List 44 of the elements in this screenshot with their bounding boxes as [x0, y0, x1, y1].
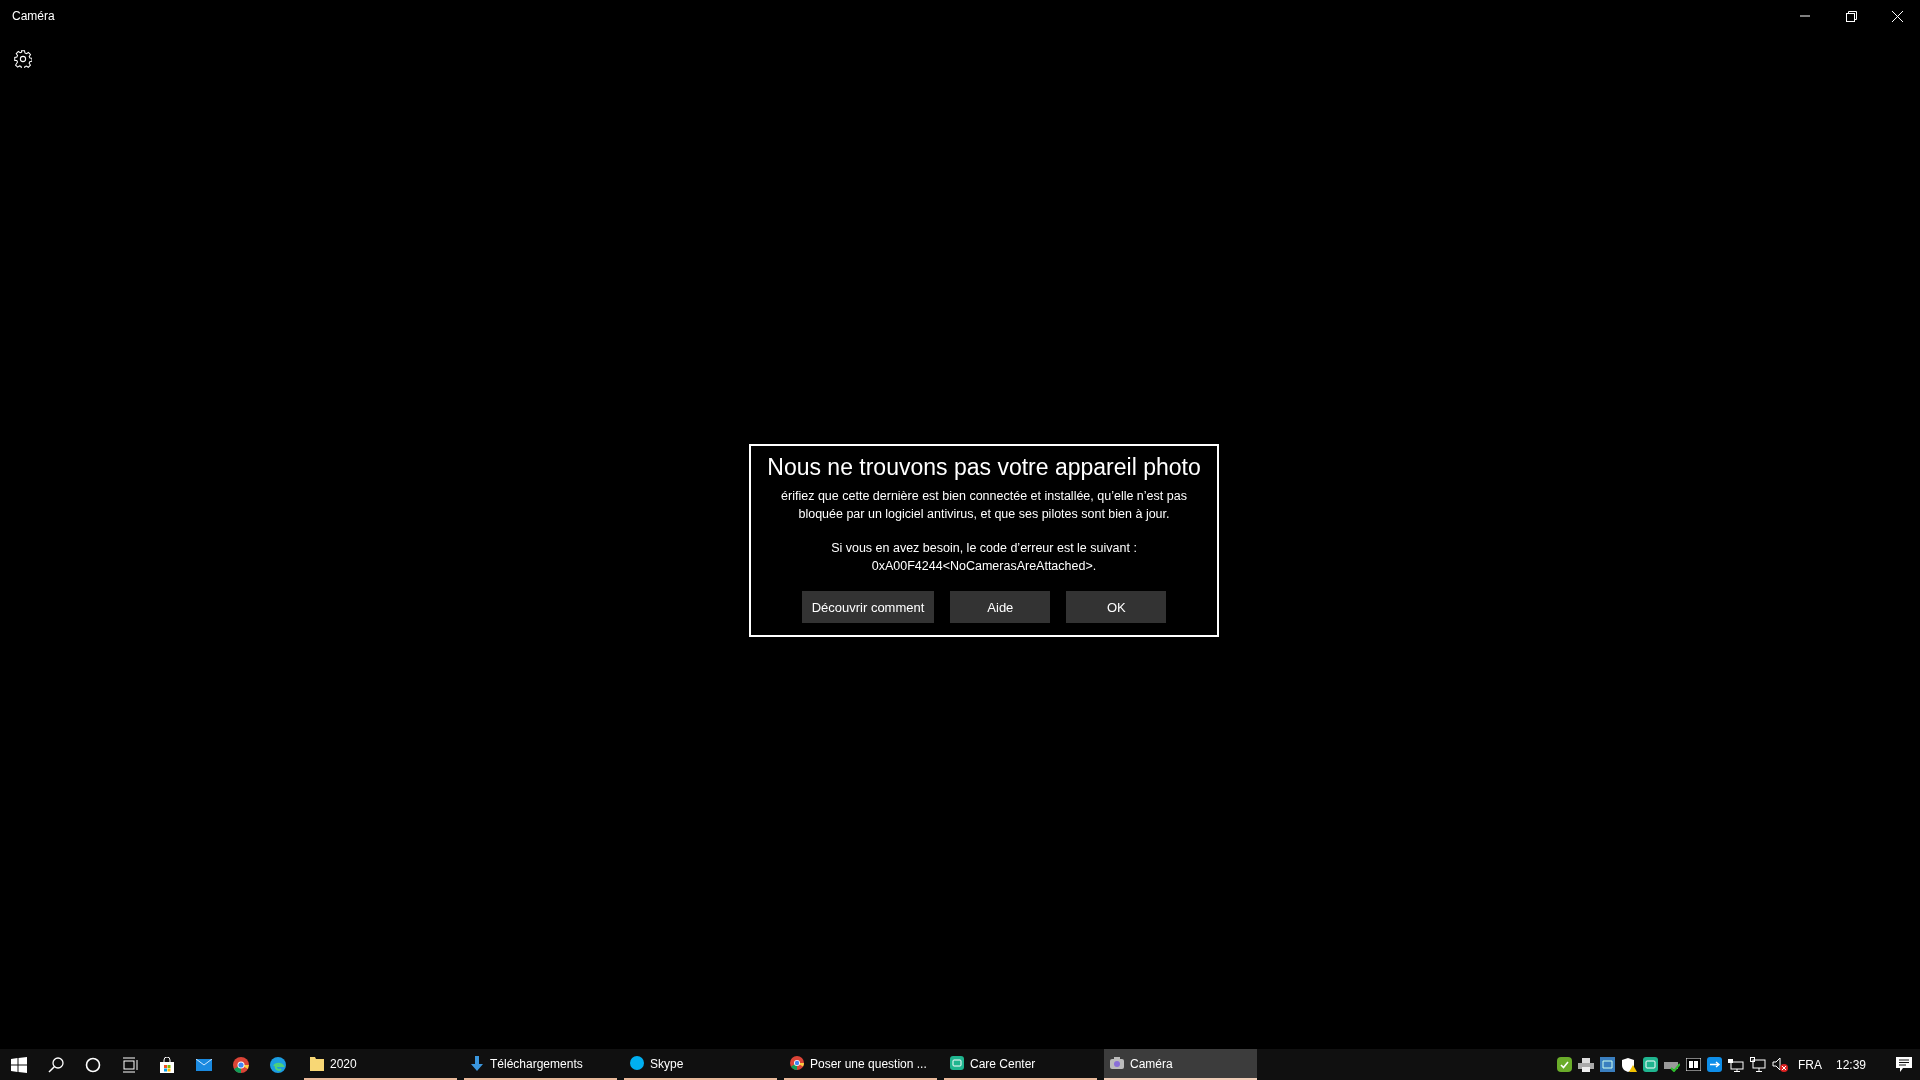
- printer-icon: [1577, 1057, 1594, 1072]
- notification-icon[interactable]: [1896, 1057, 1912, 1072]
- settings-icon[interactable]: [14, 49, 32, 68]
- dialog-message: érifiez que cette dernière est bien connectée et installée, qu’elle n’est pas: [780, 488, 1188, 506]
- envelope-icon: [195, 1058, 212, 1071]
- dialog-button[interactable]: Découvrir comment: [801, 591, 935, 624]
- speaker-muted-icon: [1771, 1057, 1788, 1072]
- search-icon: [47, 1056, 64, 1073]
- dialog-button[interactable]: OK: [1066, 591, 1167, 624]
- shield-check-icon: [1556, 1057, 1572, 1072]
- camera-icon: [1110, 1056, 1124, 1071]
- dialog-title: Nous ne trouvons pas votre appareil photo: [766, 453, 1202, 482]
- windows-icon: [10, 1056, 27, 1073]
- remote-control-icon: [1706, 1057, 1722, 1072]
- monitor-icon: [1749, 1057, 1766, 1072]
- clock[interactable]: 12:39: [1835, 1055, 1866, 1074]
- error-code-text: 0xA00F4244<NoCamerasAreAttached>.: [870, 558, 1098, 576]
- download-arrow-icon: [470, 1056, 484, 1071]
- taskbar-app[interactable]: Caméra: [1104, 1049, 1257, 1080]
- book-icon: [1685, 1058, 1701, 1071]
- error-code-text: Si vous en avez besoin, le code d’erreur est le suivant :: [830, 540, 1138, 558]
- taskbar-app[interactable]: Care Center: [944, 1049, 1097, 1080]
- taskbar-app[interactable]: Téléchargements: [464, 1049, 617, 1080]
- taskbar-app[interactable]: 2020: [304, 1049, 457, 1080]
- browser-icon: [269, 1056, 286, 1073]
- network-map-icon: [1599, 1057, 1615, 1072]
- folder-icon: [310, 1056, 324, 1071]
- dialog-message: bloquée par un logiciel antivirus, et que ses pilotes sont bien à jour.: [797, 506, 1171, 524]
- shopping-bag-icon: [158, 1056, 175, 1073]
- browser-icon: [232, 1056, 249, 1073]
- taskbar-app[interactable]: Skype: [624, 1049, 777, 1080]
- dialog-button[interactable]: Aide: [950, 591, 1051, 624]
- browser-icon: [790, 1056, 804, 1071]
- taskbar-app[interactable]: Poser une question ...: [784, 1049, 937, 1080]
- app-icon: [1642, 1057, 1658, 1072]
- task-view-icon: [121, 1056, 138, 1073]
- window-title: Caméra: [12, 8, 55, 25]
- shield-warning-icon: [1620, 1056, 1637, 1073]
- restore-icon: [1845, 10, 1857, 22]
- language-indicator[interactable]: FRA: [1797, 1055, 1822, 1074]
- app-icon: [950, 1056, 964, 1071]
- close-icon: [1891, 10, 1903, 22]
- network-lock-icon: [1727, 1057, 1744, 1072]
- circle-icon: [84, 1056, 101, 1073]
